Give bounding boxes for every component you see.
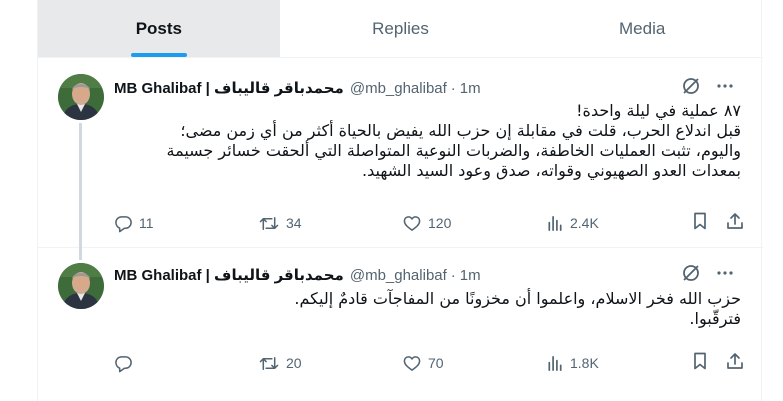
tab-posts[interactable]: Posts — [38, 0, 280, 57]
avatar-image — [58, 263, 104, 309]
grok-icon[interactable] — [681, 263, 701, 288]
avatar[interactable] — [58, 263, 104, 309]
reply-icon — [115, 355, 132, 372]
reply-count: 11 — [139, 215, 154, 231]
display-name[interactable]: MB Ghalibaf | محمدباقر قالیباف — [114, 266, 344, 284]
header-actions — [681, 264, 735, 286]
repost-count: 34 — [286, 215, 302, 231]
separator-dot: · — [450, 79, 456, 97]
reply-icon — [115, 215, 132, 232]
tab-replies[interactable]: Replies — [280, 0, 522, 57]
tweet-text-line: واليوم، تثبت العمليات الخاطفة، والضربات … — [166, 141, 742, 160]
views-count: 1.8K — [570, 355, 599, 371]
tweet-header: MB Ghalibaf | محمدباقر قالیباف @mb_ghali… — [114, 77, 753, 99]
active-tab-indicator — [130, 53, 187, 57]
repost-icon — [259, 216, 279, 230]
views-button[interactable]: 1.8K — [546, 354, 690, 373]
views-button[interactable]: 2.4K — [546, 214, 690, 233]
timestamp[interactable]: 1m — [460, 80, 481, 97]
more-icon[interactable] — [715, 76, 735, 101]
views-count: 2.4K — [570, 215, 599, 231]
repost-button[interactable]: 34 — [258, 214, 402, 233]
tab-media[interactable]: Media — [521, 0, 763, 57]
grok-icon[interactable] — [681, 76, 701, 101]
tab-media-label: Media — [619, 18, 666, 38]
repost-count: 20 — [286, 355, 302, 371]
like-icon — [403, 215, 421, 231]
user-handle[interactable]: @mb_ghalibaf — [350, 267, 447, 284]
tweet-text: حزب الله فخر الاسلام، واعلموا أن مخزونًا… — [114, 289, 741, 329]
views-icon — [548, 215, 562, 231]
tweet-header: MB Ghalibaf | محمدباقر قالیباف @mb_ghali… — [114, 264, 753, 286]
tweet-secondary-actions — [691, 211, 745, 236]
tweet-text-line: قبل اندلاع الحرب، قلت في مقابلة إن حزب ا… — [180, 121, 741, 140]
tweet-text-line: حزب الله فخر الاسلام، واعلموا أن مخزونًا… — [294, 289, 741, 308]
repost-icon — [259, 356, 279, 370]
more-icon[interactable] — [715, 263, 735, 288]
user-handle[interactable]: @mb_ghalibaf — [350, 80, 447, 97]
tweet-actions: 11 34 120 2.4K — [114, 211, 745, 236]
separator-dot: · — [450, 266, 456, 284]
reply-button[interactable] — [114, 354, 258, 373]
thread-connector — [79, 123, 82, 260]
tweet-text-line: بمعدات العدو الصهيوني وقواته، صدق وعود ا… — [362, 161, 741, 180]
bookmark-icon[interactable] — [691, 351, 709, 376]
tweet-actions: 20 70 1.8K — [114, 351, 745, 376]
tweet-secondary-actions — [691, 351, 745, 376]
reply-button[interactable]: 11 — [114, 214, 258, 233]
share-icon[interactable] — [725, 351, 745, 376]
like-button[interactable]: 120 — [402, 214, 546, 233]
like-count: 120 — [428, 215, 452, 231]
repost-button[interactable]: 20 — [258, 354, 402, 373]
tweet-text: ٨٧ عملية في ليلة واحدة! قبل اندلاع الحرب… — [114, 101, 742, 181]
avatar[interactable] — [58, 74, 104, 120]
profile-tabs: Posts Replies Media — [38, 0, 763, 58]
like-button[interactable]: 70 — [402, 354, 546, 373]
like-icon — [403, 355, 421, 371]
tweet[interactable]: MB Ghalibaf | محمدباقر قالیباف @mb_ghali… — [38, 249, 763, 399]
timestamp[interactable]: 1m — [460, 267, 481, 284]
views-icon — [548, 355, 562, 371]
avatar-image — [58, 74, 104, 120]
share-icon[interactable] — [725, 211, 745, 236]
bookmark-icon[interactable] — [691, 211, 709, 236]
tweet-text-line: فترقّبوا. — [689, 309, 741, 328]
profile-timeline: Posts Replies Media MB Ghalibaf | محمدبا… — [37, 0, 763, 401]
tweet-text-line: ٨٧ عملية في ليلة واحدة! — [576, 101, 741, 120]
display-name[interactable]: MB Ghalibaf | محمدباقر قالیباف — [114, 79, 344, 97]
header-actions — [681, 77, 735, 99]
tweet[interactable]: MB Ghalibaf | محمدباقر قالیباف @mb_ghali… — [38, 59, 763, 260]
like-count: 70 — [428, 355, 444, 371]
tab-replies-label: Replies — [372, 18, 429, 38]
tab-posts-label: Posts — [135, 18, 182, 38]
